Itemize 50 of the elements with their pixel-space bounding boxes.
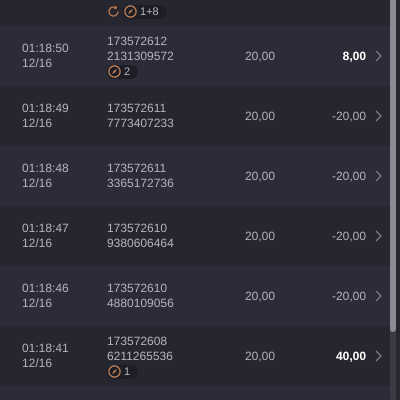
win-amount: 8,00 <box>342 49 366 63</box>
ticket-id: 3365172736 <box>107 176 175 191</box>
win-amount: -20,00 <box>330 289 366 303</box>
ticket-id: 6211265536 <box>107 348 174 364</box>
free-spins-badge: 2 <box>107 64 138 78</box>
date-text: 12/16 <box>22 356 54 371</box>
date-text: 12/16 <box>22 56 54 71</box>
time-text: 01:18:48 <box>22 161 70 176</box>
date-text: 12/16 <box>22 296 54 311</box>
bet-amount: 20,00 <box>245 109 276 123</box>
win-amount: 40,00 <box>334 349 366 363</box>
date-text: 12/16 <box>22 176 54 191</box>
ticket-id: 4880109056 <box>107 296 175 311</box>
chevron-right-icon[interactable] <box>374 230 382 242</box>
date-text: 12/16 <box>22 236 54 251</box>
bet-amount: 20,00 <box>245 229 276 243</box>
time-text: 01:18:41 <box>22 341 70 356</box>
win-amount: -20,00 <box>330 169 366 183</box>
round-id: 173572608 <box>107 334 168 348</box>
ticket-id: 2131309572 <box>107 48 175 64</box>
compass-icon <box>108 365 121 378</box>
round-id: 173572610 <box>107 221 168 236</box>
time-text: 01:18:50 <box>22 41 70 56</box>
free-spins-badge: 1 <box>107 364 138 378</box>
round-id: 173572612 <box>107 34 168 48</box>
compass-icon <box>108 65 121 78</box>
time-text: 01:18:49 <box>22 101 70 116</box>
round-id: 173572611 <box>107 101 168 116</box>
bet-amount: 20,00 <box>245 169 276 183</box>
ticket-id: 9380606464 <box>107 236 175 251</box>
win-amount: -20,00 <box>330 229 366 243</box>
chevron-right-icon[interactable] <box>374 290 382 302</box>
chevron-right-icon[interactable] <box>374 50 382 62</box>
chevron-right-icon[interactable] <box>374 350 382 362</box>
time-text: 01:18:46 <box>22 281 70 296</box>
bet-amount: 20,00 <box>245 49 276 63</box>
refresh-icon <box>107 5 120 18</box>
win-amount: -20,00 <box>330 109 366 123</box>
round-id: 173572610 <box>107 281 168 296</box>
compass-icon <box>124 5 137 18</box>
time-text: 01:18:47 <box>22 221 70 236</box>
round-id: 173572611 <box>107 161 168 176</box>
scrollbar-thumb[interactable] <box>390 0 396 332</box>
ticket-id: 7773407233 <box>107 116 175 131</box>
date-text: 12/16 <box>22 116 54 131</box>
free-spins-badge: 1+8 <box>123 4 167 18</box>
bet-amount: 20,00 <box>245 289 276 303</box>
bet-amount: 20,00 <box>245 349 276 363</box>
chevron-right-icon[interactable] <box>374 110 382 122</box>
chevron-right-icon[interactable] <box>374 170 382 182</box>
